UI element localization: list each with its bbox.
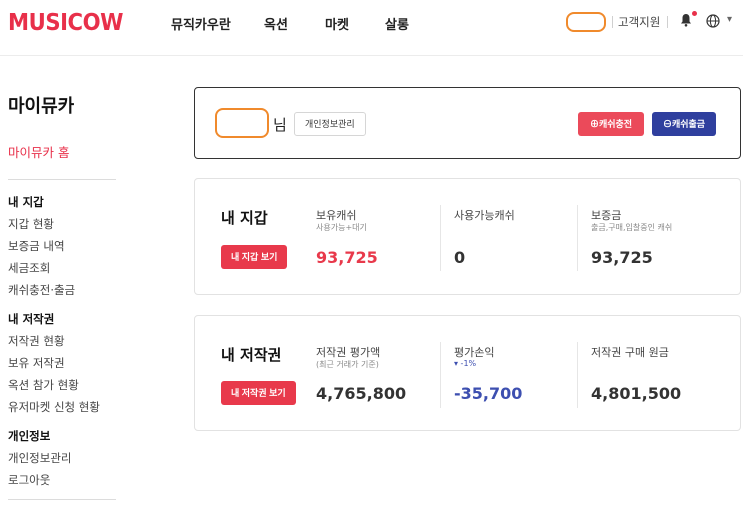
copyright-value-amount: 4,765,800 [316, 384, 407, 403]
copyright-value-sub: (최근 거래가 기준) [316, 360, 379, 369]
divider [612, 16, 613, 28]
view-copyright-button[interactable]: 내 저작권 보기 [221, 381, 296, 405]
nav-item-salon[interactable]: 살롱 [385, 14, 409, 33]
wallet-title: 내 지갑 [221, 209, 268, 227]
sidebar-group-copyright: 내 저작권 [8, 312, 55, 326]
nav-item-auction[interactable]: 옥션 [264, 14, 288, 33]
musicow-logo[interactable]: MUSICOW [8, 10, 123, 36]
bell-icon[interactable] [680, 13, 692, 27]
divider [8, 499, 116, 500]
divider [440, 342, 441, 408]
divider [667, 16, 668, 28]
sidebar-item-market-status[interactable]: 유저마켓 신청 현황 [8, 399, 100, 415]
nav-item-market[interactable]: 마켓 [325, 14, 349, 33]
sidebar-item-auction-status[interactable]: 옥션 참가 현황 [8, 377, 79, 393]
user-card: 님 개인정보관리 ⊕캐쉬충전 ⊖캐쉬출금 [194, 87, 741, 159]
cash-withdraw-button[interactable]: ⊖캐쉬출금 [652, 112, 716, 136]
held-cash-value: 93,725 [316, 248, 378, 267]
sidebar-item-owned-copyright[interactable]: 보유 저작권 [8, 355, 65, 371]
notification-dot [692, 11, 697, 16]
purchase-principal-label: 저작권 구매 원금 [591, 346, 669, 359]
globe-icon[interactable] [706, 14, 720, 28]
deposit-value: 93,725 [591, 248, 653, 267]
pnl-label: 평가손익 [454, 346, 495, 359]
profile-manage-button[interactable]: 개인정보관리 [294, 112, 366, 136]
sidebar-group-wallet: 내 지갑 [8, 195, 44, 209]
divider [577, 342, 578, 408]
purchase-principal-value: 4,801,500 [591, 384, 682, 403]
sidebar-group-profile: 개인정보 [8, 429, 51, 443]
customer-support-link[interactable]: 고객지원 [618, 14, 660, 30]
copyright-title: 내 저작권 [221, 346, 282, 364]
sidebar-item-cash-charge[interactable]: 캐쉬충전·출금 [8, 282, 75, 298]
pnl-value: -35,700 [454, 384, 523, 403]
copyright-value-label: 저작권 평가액 [316, 346, 381, 359]
chevron-down-icon[interactable]: ▾ [727, 14, 732, 25]
divider [8, 179, 116, 180]
sidebar-item-wallet-status[interactable]: 지갑 현황 [8, 216, 54, 232]
available-cash-value: 0 [454, 248, 466, 267]
deposit-label: 보증금 [591, 209, 622, 222]
sidebar-item-profile[interactable]: 개인정보관리 [8, 450, 71, 466]
divider [577, 205, 578, 271]
copyright-card: 내 저작권 내 저작권 보기 저작권 평가액 (최근 거래가 기준) 4,765… [194, 315, 741, 431]
view-wallet-button[interactable]: 내 지갑 보기 [221, 245, 288, 269]
held-cash-label: 보유캐쉬 [316, 209, 357, 222]
divider [440, 205, 441, 271]
held-cash-sub: 사용가능+대기 [316, 223, 367, 232]
deposit-sub: 출금,구매,입찰중인 캐쉬 [591, 223, 673, 232]
sidebar-item-deposit-history[interactable]: 보증금 내역 [8, 238, 65, 254]
sidebar-item-tax[interactable]: 세금조회 [8, 260, 50, 276]
user-name-suffix: 님 [273, 116, 287, 134]
sidebar-item-logout[interactable]: 로그아웃 [8, 472, 50, 488]
sidebar-item-home[interactable]: 마이뮤카 홈 [8, 142, 69, 161]
wallet-card: 내 지갑 내 지갑 보기 보유캐쉬 사용가능+대기 93,725 사용가능캐쉬 … [194, 178, 741, 295]
sidebar-title: 마이뮤카 [8, 96, 75, 117]
top-header: MUSICOW 뮤직카우란 옥션 마켓 살롱 고객지원 ▾ [0, 0, 743, 56]
cash-charge-button[interactable]: ⊕캐쉬충전 [578, 112, 644, 136]
sidebar-item-copyright-status[interactable]: 저작권 현황 [8, 333, 65, 349]
nav-item-about[interactable]: 뮤직카우란 [171, 14, 231, 33]
pnl-percent: ▾ -1% [454, 359, 477, 368]
available-cash-label: 사용가능캐쉬 [454, 209, 515, 222]
redacted-username [215, 108, 269, 138]
redacted-username [566, 12, 606, 32]
